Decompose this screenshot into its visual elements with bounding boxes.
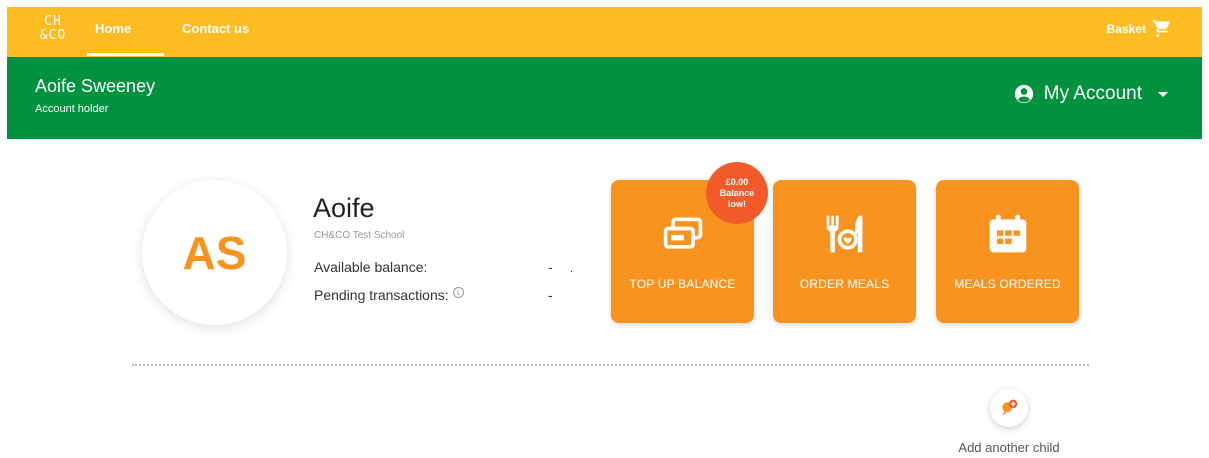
order-meals-button[interactable]: ORDER MEALS [773,180,916,323]
account-header: Aoife Sweeney Account holder My Account [7,57,1202,139]
basket-label: Basket [1106,22,1146,36]
add-child-icon [1002,399,1018,416]
section-divider [132,364,1089,366]
info-icon[interactable]: i [452,286,464,298]
add-child-label[interactable]: Add another child [944,440,1074,455]
school-name: CH&CO Test School [314,230,405,241]
add-child-button[interactable] [990,389,1028,427]
pending-transactions-value: - [548,287,553,303]
meals-ordered-label: MEALS ORDERED [954,277,1061,291]
order-meals-label: ORDER MEALS [799,277,890,291]
fork-plate-knife-icon [826,215,862,253]
meals-ordered-button[interactable]: MEALS ORDERED [936,180,1079,323]
child-avatar: AS [142,180,287,325]
active-nav-indicator [87,53,164,56]
my-account-dropdown[interactable]: My Account [1014,83,1168,105]
pending-transactions-label: Pending transactions: [314,287,449,303]
badge-line2: low! [728,198,746,209]
pending-transactions-row: Pending transactions: i [314,286,464,303]
account-holder-role: Account holder [35,103,109,115]
available-balance-label: Available balance: [314,259,428,275]
logo-line-top: CH [44,14,62,29]
account-holder-name: Aoife Sweeney [35,76,156,96]
chevron-down-icon [1158,91,1168,97]
logo-line-bottom: &CO [39,28,67,43]
my-account-label: My Account [1043,83,1142,104]
available-balance-value: - [548,259,553,275]
user-circle-icon [1014,84,1033,104]
top-up-balance-label: TOP UP BALANCE [629,277,736,291]
badge-amount: £0.00 [725,176,749,187]
chco-logo[interactable]: CH &CO [38,15,68,49]
top-up-cards-icon [663,217,702,249]
nav-home-link[interactable]: Home [95,21,131,36]
low-balance-badge: £0.00 Balance low! [706,162,768,224]
badge-line1: Balance [719,187,755,198]
shopping-cart-icon [1152,19,1170,38]
available-balance-extra: . [570,263,574,275]
child-name: Aoife [313,193,375,223]
top-navbar: CH &CO Home Contact us Basket [7,7,1202,57]
calendar-icon [989,214,1026,253]
nav-contact-link[interactable]: Contact us [182,21,249,36]
basket-button[interactable]: Basket [1107,19,1172,39]
